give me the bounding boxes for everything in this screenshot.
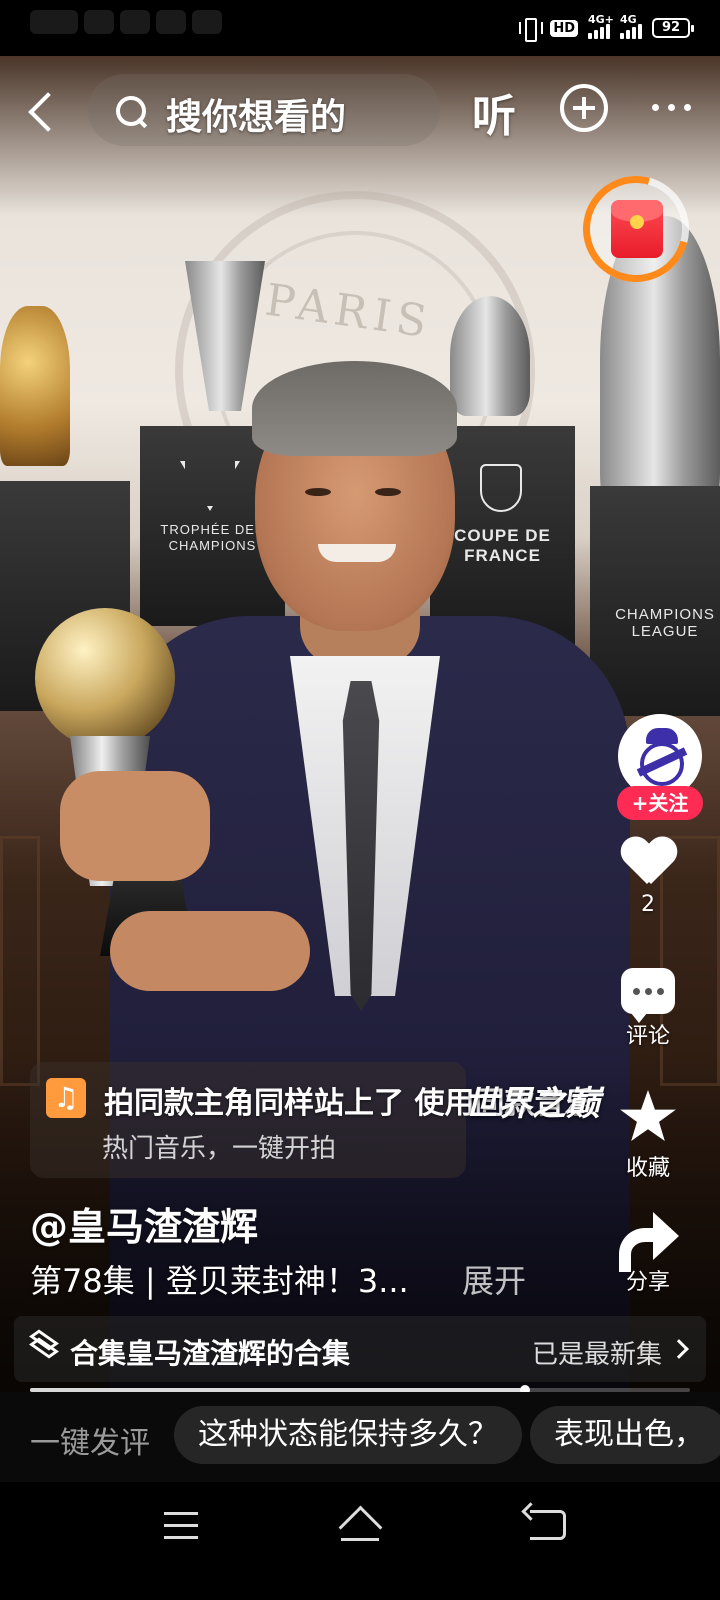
dot — [668, 104, 675, 111]
search-bar[interactable]: 搜你想看的 — [88, 74, 440, 146]
favorite-button[interactable]: 收藏 — [603, 1090, 693, 1182]
notification-icon — [84, 10, 114, 34]
status-indicators: HD 4G+ 4G 92 — [518, 13, 694, 42]
cup-trophy — [450, 296, 530, 416]
signal-bar — [626, 30, 630, 39]
quick-comment-bar: 一键发评 这种状态能保持多久？ 表现出色， — [0, 1392, 720, 1482]
notification-icon — [156, 10, 186, 34]
comment-label: 评论 — [625, 1024, 670, 1049]
line — [164, 1524, 198, 1527]
hd-voice-badge: HD — [550, 19, 578, 37]
collection-title: 合集皇马渣渣辉的合集 — [70, 1337, 351, 1370]
collection-bar[interactable]: 合集皇马渣渣辉的合集 已是最新集 — [14, 1316, 706, 1382]
signal-bar — [588, 33, 592, 39]
add-circle-icon[interactable] — [560, 84, 608, 132]
post-description[interactable]: 第78集 | 登贝莱封神！3... — [30, 1256, 409, 1302]
red-packet-widget[interactable] — [563, 156, 709, 302]
notification-icon — [120, 10, 150, 34]
system-nav-bar — [0, 1482, 720, 1600]
person-eye — [375, 488, 401, 496]
dot — [633, 988, 640, 995]
signal-sim1-icon: 4G+ — [588, 13, 614, 39]
line — [164, 1512, 198, 1515]
signal-bar — [600, 27, 604, 39]
back-icon[interactable] — [530, 1510, 566, 1540]
red-envelope-icon — [611, 200, 663, 258]
vibrate-icon — [518, 16, 544, 42]
search-icon — [114, 94, 148, 128]
comment-bubble-icon — [621, 968, 675, 1023]
trophee-logo — [180, 461, 240, 511]
music-banner-subtitle: 热门音乐，一键开拍 — [102, 1134, 337, 1164]
person-hand — [60, 771, 210, 881]
collection-status: 已是最新集 — [531, 1340, 662, 1370]
person-eye — [305, 488, 331, 496]
gold-trophy — [0, 306, 70, 466]
back-arrow-icon[interactable] — [22, 86, 62, 134]
battery-icon: 92 — [652, 18, 694, 38]
comment-button[interactable]: 评论 — [603, 968, 693, 1050]
real-madrid-crest-icon — [634, 728, 690, 786]
person-hair — [252, 361, 457, 456]
signal-sim2-icon: 4G — [620, 13, 642, 39]
pedestal-ucl: CHAMPIONS LEAGUE — [590, 486, 720, 716]
more-dots-icon[interactable] — [652, 104, 692, 112]
quick-comment-chip[interactable]: 这种状态能保持多久？ — [174, 1406, 522, 1464]
share-arrow-icon — [619, 1212, 679, 1272]
like-button[interactable]: 2 — [603, 838, 693, 917]
star-icon — [620, 1090, 676, 1141]
award-globe — [35, 608, 175, 748]
menu-icon[interactable] — [164, 1512, 198, 1540]
follow-button[interactable]: +关注 — [617, 786, 703, 820]
dot — [684, 104, 691, 111]
signal-bar — [594, 30, 598, 39]
heart-icon — [621, 838, 675, 888]
like-count: 2 — [641, 892, 655, 917]
share-button[interactable]: 分享 — [603, 1212, 693, 1296]
person-smile — [318, 544, 396, 562]
wood-panel — [0, 836, 40, 1086]
dot — [645, 988, 652, 995]
status-bar: HD 4G+ 4G 92 — [0, 0, 720, 56]
top-bar: 搜你想看的 听 — [0, 70, 720, 150]
quick-comment-chip[interactable]: 表现出色， — [530, 1406, 720, 1464]
quick-comment-label: 一键发评 — [30, 1426, 150, 1461]
network-type-label: 4G+ — [588, 13, 614, 26]
layers-icon — [29, 1329, 60, 1364]
listen-button[interactable]: 听 — [472, 80, 516, 144]
chevron-right-icon — [669, 1339, 689, 1359]
author-name[interactable]: @皇马渣渣辉 — [30, 1196, 258, 1251]
signal-bar — [638, 24, 642, 39]
signal-bar — [606, 24, 610, 39]
favorite-label: 收藏 — [625, 1156, 670, 1181]
line — [164, 1536, 198, 1539]
signal-bar — [632, 27, 636, 39]
music-note-icon: ♫ — [46, 1078, 86, 1118]
home-icon[interactable] — [337, 1508, 383, 1544]
person-hand — [110, 911, 310, 991]
network-type-label: 4G — [620, 13, 637, 26]
status-notification-icons — [30, 10, 230, 42]
notification-icon — [30, 10, 78, 34]
dot — [657, 988, 664, 995]
video-caption: 世界之巅 — [464, 1084, 600, 1124]
signal-bar — [620, 33, 624, 39]
dot — [652, 104, 659, 111]
music-banner[interactable]: ♫ 拍同款主角同样站上了 使用同款音乐 热门音乐，一键开拍 — [30, 1062, 594, 1178]
ucl-label: CHAMPIONS LEAGUE — [615, 606, 715, 640]
notification-icon — [192, 10, 222, 34]
search-placeholder: 搜你想看的 — [166, 97, 347, 138]
fff-logo — [480, 464, 522, 512]
expand-link[interactable]: 展开 — [462, 1256, 526, 1302]
